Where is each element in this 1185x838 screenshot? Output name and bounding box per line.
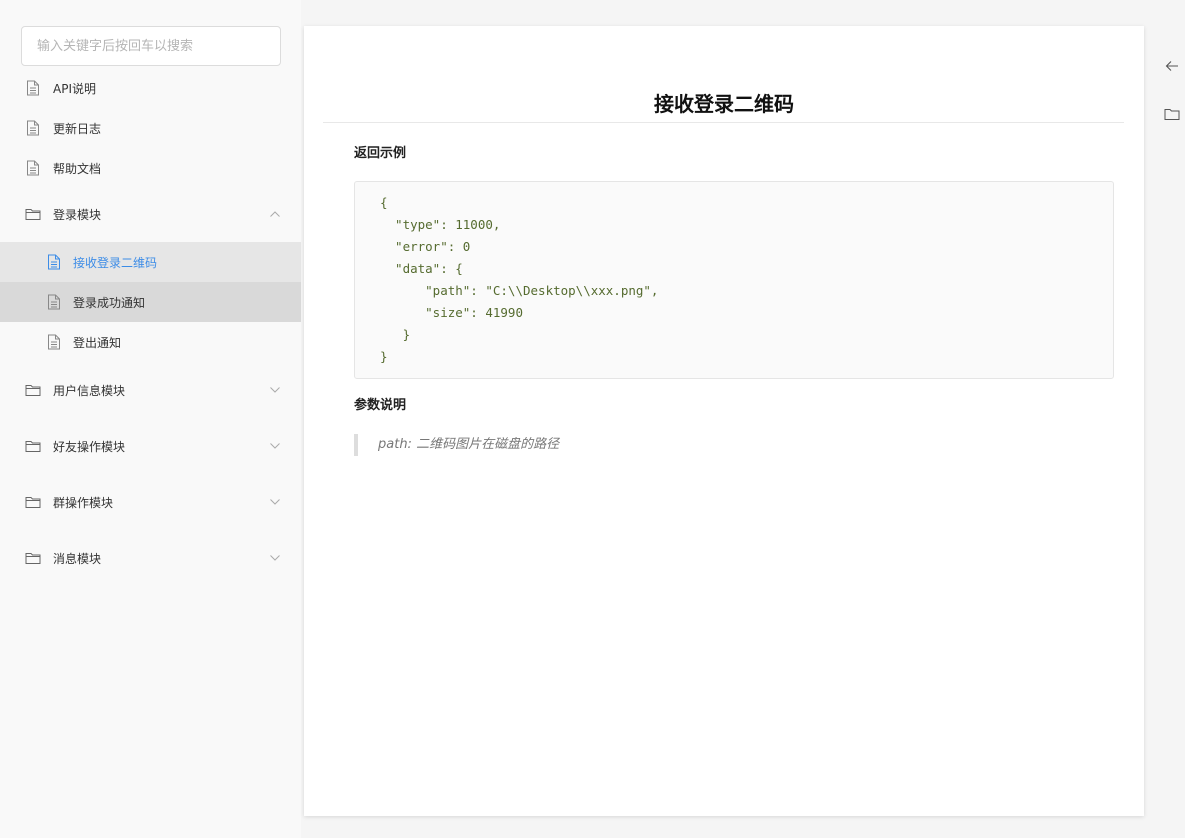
sidebar-item-changelog[interactable]: 更新日志 <box>0 108 301 148</box>
document-icon <box>25 160 41 176</box>
document-icon <box>25 120 41 136</box>
sidebar-item-label: 群操作模块 <box>53 495 114 510</box>
sidebar-item-login-module[interactable]: 登录模块 <box>0 194 301 234</box>
sidebar-item-label: 好友操作模块 <box>53 439 126 454</box>
document-icon <box>25 80 41 96</box>
sidebar-item-label: 更新日志 <box>53 121 102 136</box>
sidebar-subitem-receive-qr[interactable]: 接收登录二维码 <box>0 242 301 282</box>
sidebar-item-label: 帮助文档 <box>53 161 102 176</box>
code-line: } <box>380 327 411 342</box>
chevron-down-icon <box>268 439 282 453</box>
params-heading: 参数说明 <box>354 398 407 413</box>
sidebar-subitem-label: 登录成功通知 <box>73 295 146 310</box>
sidebar-item-label: 登录模块 <box>53 207 102 222</box>
folder-icon <box>25 206 41 222</box>
sidebar-item-label: 用户信息模块 <box>53 383 126 398</box>
folder-icon[interactable] <box>1163 105 1181 123</box>
sidebar-item-user-info-module[interactable]: 用户信息模块 <box>0 370 301 410</box>
search-input[interactable] <box>21 26 281 66</box>
sidebar-subitem-label: 接收登录二维码 <box>73 255 158 270</box>
sidebar-subitem-label: 登出通知 <box>73 335 122 350</box>
code-line: "error": 0 <box>380 239 471 254</box>
code-line: "data": { <box>380 261 463 276</box>
sidebar-subitem-login-success[interactable]: 登录成功通知 <box>0 282 301 322</box>
sidebar-item-help[interactable]: 帮助文档 <box>0 148 301 188</box>
chevron-down-icon <box>268 551 282 565</box>
return-example-heading: 返回示例 <box>354 146 407 161</box>
chevron-down-icon <box>268 495 282 509</box>
sidebar-item-group-module[interactable]: 群操作模块 <box>0 482 301 522</box>
sidebar-item-label: 消息模块 <box>53 551 102 566</box>
code-line: "path": "C:\\Desktop\\xxx.png", <box>380 283 659 298</box>
document-icon <box>46 294 62 310</box>
code-line: { <box>380 195 388 210</box>
param-note: path: 二维码图片在磁盘的路径 <box>354 434 754 456</box>
sidebar-item-friend-module[interactable]: 好友操作模块 <box>0 426 301 466</box>
folder-icon <box>25 438 41 454</box>
document-icon <box>46 254 62 270</box>
folder-icon <box>25 494 41 510</box>
arrow-left-icon[interactable] <box>1163 57 1181 75</box>
sidebar-item-message-module[interactable]: 消息模块 <box>0 538 301 578</box>
chevron-up-icon <box>268 207 282 221</box>
code-line: "type": 11000, <box>380 217 501 232</box>
page-title: 接收登录二维码 <box>654 92 794 116</box>
code-line: } <box>380 349 388 364</box>
folder-icon <box>25 550 41 566</box>
code-line: "size": 41990 <box>380 305 523 320</box>
title-divider <box>323 122 1124 123</box>
sidebar-item-api[interactable]: API说明 <box>0 68 301 108</box>
sidebar-subitem-logout[interactable]: 登出通知 <box>0 322 301 362</box>
content-card: 接收登录二维码 返回示例 { "type": 11000, "error": 0… <box>304 26 1144 816</box>
chevron-down-icon <box>268 383 282 397</box>
sidebar-item-label: API说明 <box>53 81 96 96</box>
code-block: { "type": 11000, "error": 0 "data": { "p… <box>354 181 1114 379</box>
sidebar: API说明 更新日志 帮助文档 登录模块 接收登录二维码 <box>0 0 301 838</box>
document-icon <box>46 334 62 350</box>
folder-icon <box>25 382 41 398</box>
